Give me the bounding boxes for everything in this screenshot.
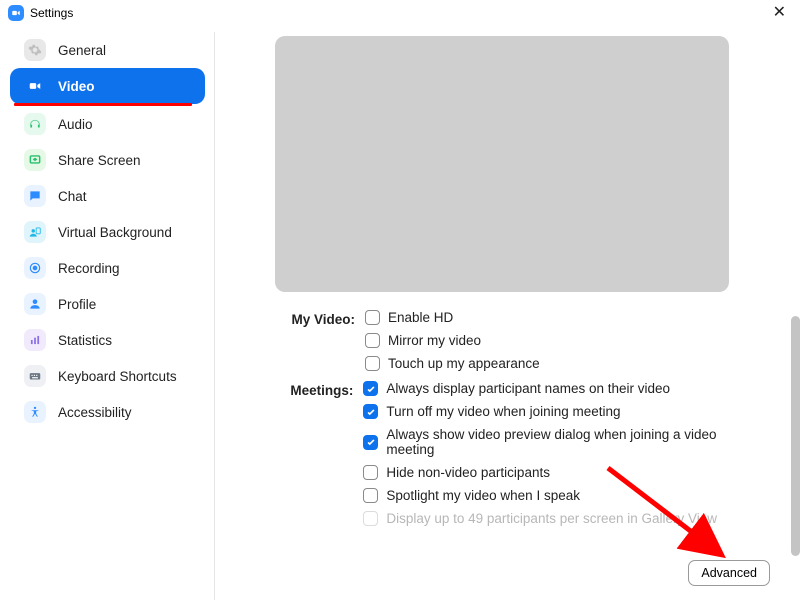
checkbox-checked (363, 381, 378, 396)
sidebar-item-video[interactable]: Video (10, 68, 205, 104)
sidebar-item-virtual-background[interactable]: Virtual Background (10, 214, 205, 250)
settings-sidebar: General Video Audio Share Screen Ch (0, 26, 215, 600)
virtual-background-icon (24, 221, 46, 243)
checkbox-unchecked (363, 465, 378, 480)
sidebar-item-audio[interactable]: Audio (10, 106, 205, 142)
recording-icon (24, 257, 46, 279)
sidebar-label: Accessibility (58, 405, 132, 420)
option-turn-off-video-join[interactable]: Turn off my video when joining meeting (363, 404, 760, 419)
option-49-participants: Display up to 49 participants per screen… (363, 511, 760, 526)
option-label: Mirror my video (388, 333, 481, 348)
sidebar-label: Recording (58, 261, 120, 276)
sidebar-label: General (58, 43, 106, 58)
option-enable-hd[interactable]: Enable HD (365, 310, 540, 325)
accessibility-icon (24, 401, 46, 423)
sidebar-item-share-screen[interactable]: Share Screen (10, 142, 205, 178)
sidebar-label: Statistics (58, 333, 112, 348)
profile-icon (24, 293, 46, 315)
checkbox-unchecked (365, 310, 380, 325)
group-label-meetings: Meetings: (275, 381, 363, 526)
option-label: Hide non-video participants (386, 465, 550, 480)
checkbox-unchecked (365, 356, 380, 371)
sidebar-item-profile[interactable]: Profile (10, 286, 205, 322)
group-label-my-video: My Video: (275, 310, 365, 371)
app-icon (8, 5, 24, 21)
chat-icon (24, 185, 46, 207)
sidebar-item-general[interactable]: General (10, 32, 205, 68)
sidebar-label: Video (58, 79, 95, 94)
keyboard-icon (24, 365, 46, 387)
option-label: Always display participant names on thei… (386, 381, 670, 396)
settings-content: My Video: Enable HD Mirror my video Touc… (215, 26, 800, 600)
option-label: Display up to 49 participants per screen… (386, 511, 717, 526)
checkbox-unchecked (363, 488, 378, 503)
option-touch-up[interactable]: Touch up my appearance (365, 356, 540, 371)
option-label: Always show video preview dialog when jo… (386, 427, 760, 457)
option-spotlight-speak[interactable]: Spotlight my video when I speak (363, 488, 760, 503)
close-button[interactable]: ✕ (767, 3, 792, 23)
advanced-button[interactable]: Advanced (688, 560, 770, 586)
sidebar-item-accessibility[interactable]: Accessibility (10, 394, 205, 430)
option-mirror-video[interactable]: Mirror my video (365, 333, 540, 348)
share-screen-icon (24, 149, 46, 171)
sidebar-item-statistics[interactable]: Statistics (10, 322, 205, 358)
gear-icon (24, 39, 46, 61)
sidebar-label: Keyboard Shortcuts (58, 369, 177, 384)
sidebar-label: Chat (58, 189, 87, 204)
option-hide-non-video[interactable]: Hide non-video participants (363, 465, 760, 480)
sidebar-item-keyboard-shortcuts[interactable]: Keyboard Shortcuts (10, 358, 205, 394)
sidebar-label: Audio (58, 117, 93, 132)
window-title: Settings (30, 6, 73, 20)
scrollbar-thumb[interactable] (791, 316, 800, 556)
video-icon (24, 75, 46, 97)
option-label: Turn off my video when joining meeting (386, 404, 620, 419)
statistics-icon (24, 329, 46, 351)
option-video-preview-dialog[interactable]: Always show video preview dialog when jo… (363, 427, 760, 457)
group-my-video: My Video: Enable HD Mirror my video Touc… (275, 310, 760, 371)
option-label: Touch up my appearance (388, 356, 540, 371)
headphones-icon (24, 113, 46, 135)
sidebar-item-recording[interactable]: Recording (10, 250, 205, 286)
checkbox-disabled (363, 511, 378, 526)
titlebar: Settings ✕ (0, 0, 800, 26)
sidebar-item-chat[interactable]: Chat (10, 178, 205, 214)
option-label: Spotlight my video when I speak (386, 488, 580, 503)
option-display-names[interactable]: Always display participant names on thei… (363, 381, 760, 396)
option-label: Enable HD (388, 310, 453, 325)
sidebar-label: Virtual Background (58, 225, 172, 240)
video-preview (275, 36, 729, 292)
checkbox-checked (363, 435, 378, 450)
group-meetings: Meetings: Always display participant nam… (275, 381, 760, 526)
sidebar-label: Profile (58, 297, 96, 312)
checkbox-checked (363, 404, 378, 419)
checkbox-unchecked (365, 333, 380, 348)
sidebar-label: Share Screen (58, 153, 141, 168)
